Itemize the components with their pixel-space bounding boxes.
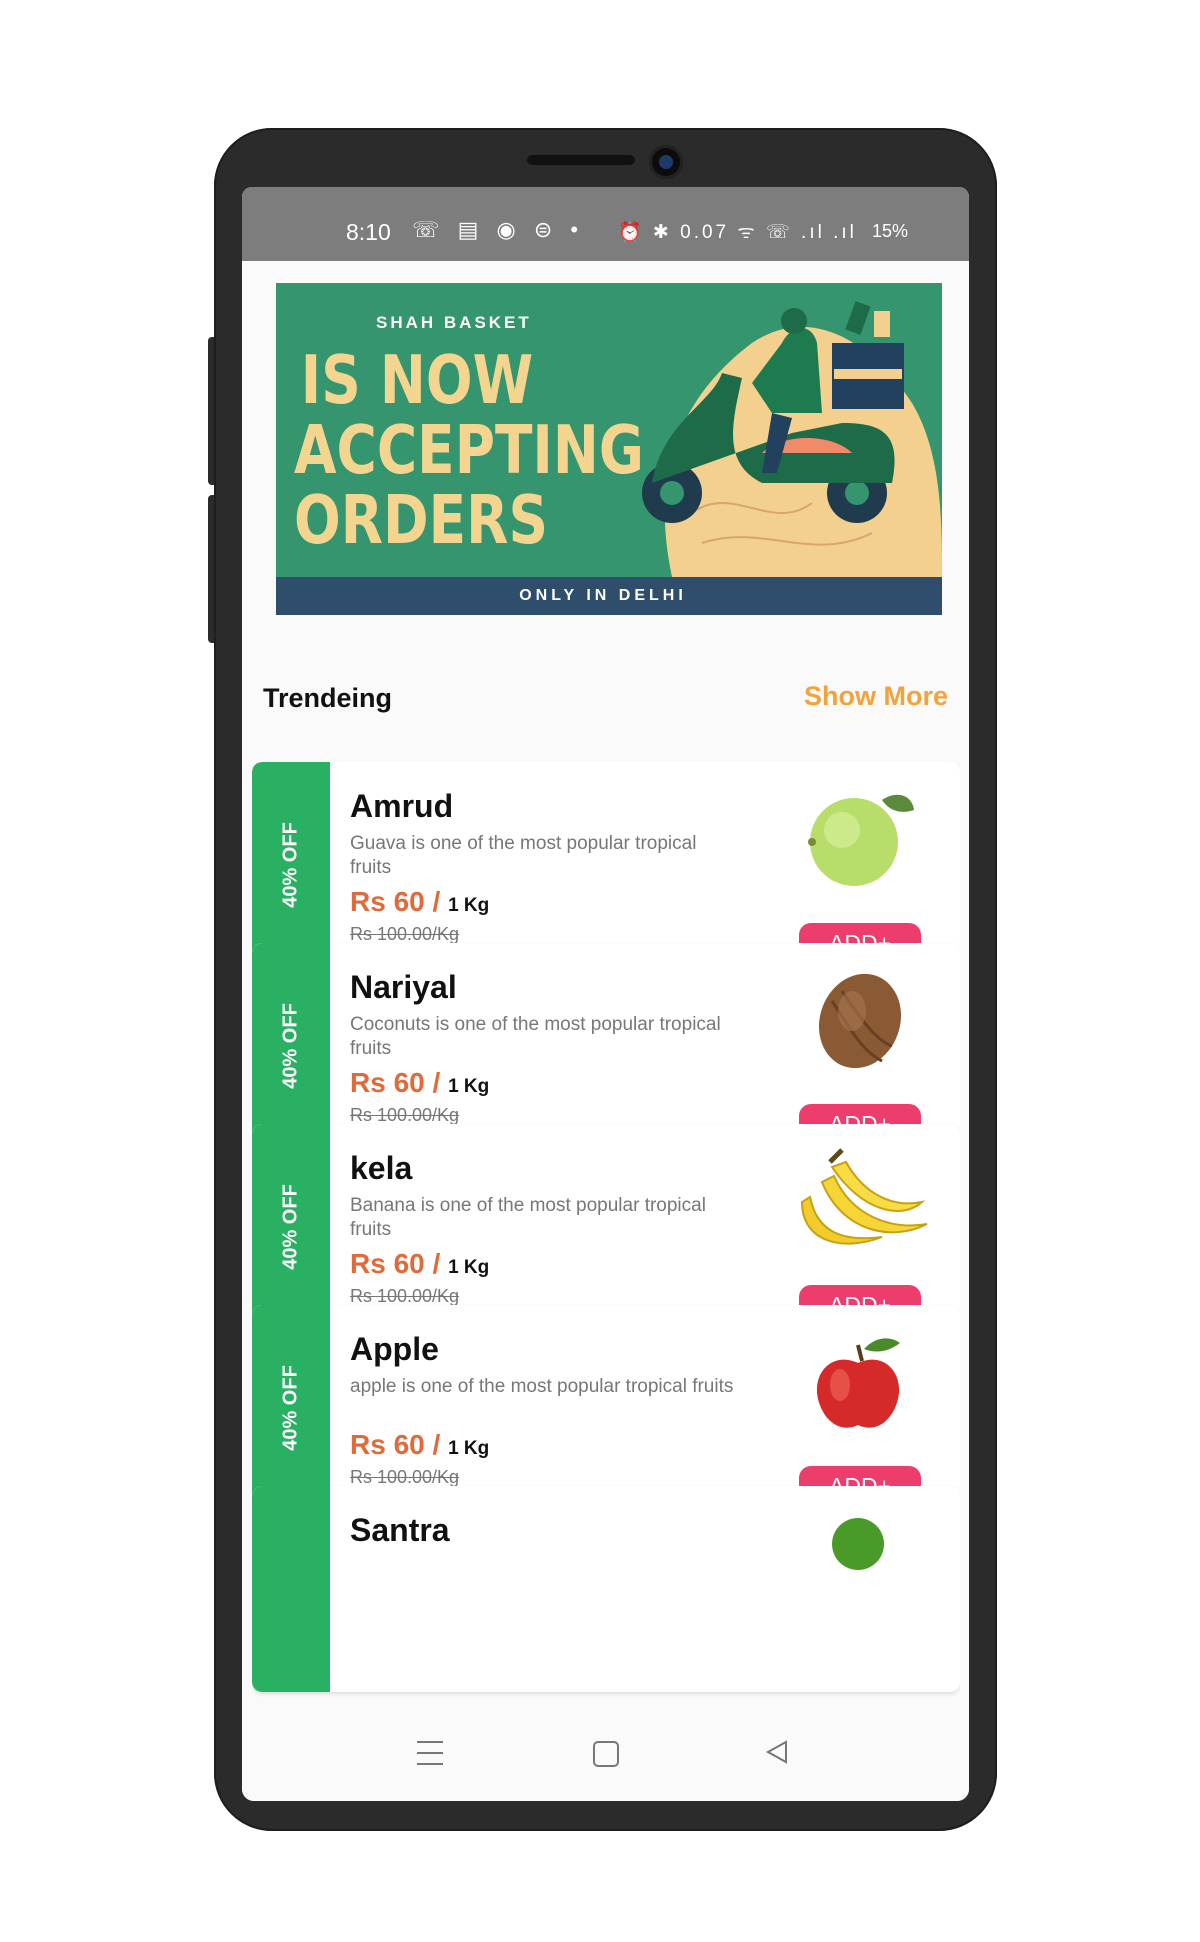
banana-image (800, 1148, 928, 1245)
earpiece-speaker (527, 155, 635, 165)
product-card[interactable]: Santra (252, 1486, 960, 1692)
show-more-link[interactable]: Show More (804, 681, 948, 712)
app-screen: 8:10 ☏ ▤ ◉ ⊜ • ⏰ ✱ 0.07 ᯤ ☏ .ıl .ıl 15% … (242, 187, 969, 1801)
product-name: Santra (350, 1512, 450, 1548)
guava-image (808, 794, 914, 886)
product-original-price: Rs 100.00/Kg (350, 1286, 460, 1306)
product-name: Amrud (350, 788, 454, 824)
product-unit: 1 Kg (448, 1438, 490, 1459)
product-price: Rs 60 / 1 Kg (350, 886, 490, 917)
back-icon[interactable] (764, 1739, 790, 1765)
product-unit: 1 Kg (448, 895, 490, 916)
front-camera (649, 145, 683, 179)
product-price: Rs 60 / 1 Kg (350, 1429, 490, 1460)
product-card[interactable]: 40% OFF Amrud Guava is one of the most p… (252, 762, 960, 968)
product-name: Nariyal (350, 969, 457, 1005)
section-title: Trendeing (263, 683, 393, 713)
discount-badge: 40% OFF (252, 943, 330, 1149)
product-list[interactable]: 40% OFF Amrud Guava is one of the most p… (252, 762, 960, 1712)
system-icons: ⏰ ✱ 0.07 ᯤ ☏ .ıl .ıl (618, 222, 857, 243)
recent-apps-icon[interactable] (417, 1741, 443, 1774)
navigation-bar (242, 1713, 969, 1801)
product-description: Coconuts is one of the most popular trop… (350, 1014, 721, 1059)
discount-badge: 40% OFF (252, 762, 330, 968)
banner-footer: ONLY IN DELHI (276, 577, 942, 615)
discount-badge (252, 1486, 330, 1692)
product-description: Banana is one of the most popular tropic… (350, 1195, 706, 1240)
home-icon[interactable] (593, 1741, 619, 1767)
product-original-price: Rs 100.00/Kg (350, 1467, 460, 1487)
product-name: Apple (350, 1331, 439, 1367)
banner-brand: SHAH BASKET (376, 313, 532, 332)
product-description: Guava is one of the most popular tropica… (350, 833, 697, 878)
status-bar: 8:10 ☏ ▤ ◉ ⊜ • ⏰ ✱ 0.07 ᯤ ☏ .ıl .ıl 15% (242, 187, 969, 261)
product-card[interactable]: 40% OFF kela Banana is one of the most p… (252, 1124, 960, 1330)
product-price: Rs 60 / 1 Kg (350, 1248, 490, 1279)
product-original-price: Rs 100.00/Kg (350, 1105, 460, 1125)
product-unit: 1 Kg (448, 1076, 490, 1097)
status-time: 8:10 (346, 219, 391, 245)
promo-banner[interactable]: SHAH BASKET IS NOW ACCEPTING ORDERS ONLY… (276, 283, 942, 615)
delivery-scooter-illustration (642, 301, 942, 577)
banner-headline: IS NOW ACCEPTING ORDERS (294, 341, 644, 559)
apple-image (816, 1338, 900, 1428)
battery-level: 15% (872, 221, 909, 241)
product-unit: 1 Kg (448, 1257, 490, 1278)
notification-icons: ☏ ▤ ◉ ⊜ • (412, 217, 585, 242)
product-original-price: Rs 100.00/Kg (350, 924, 460, 944)
product-description: apple is one of the most popular tropica… (350, 1376, 734, 1397)
discount-badge: 40% OFF (252, 1305, 330, 1511)
orange-image (832, 1518, 884, 1570)
discount-badge: 40% OFF (252, 1124, 330, 1330)
product-card[interactable]: 40% OFF Apple apple is one of the most p… (252, 1305, 960, 1511)
product-card[interactable]: 40% OFF Nariyal Coconuts is one of the m… (252, 943, 960, 1149)
coconut-image (818, 973, 902, 1069)
product-price: Rs 60 / 1 Kg (350, 1067, 490, 1098)
product-name: kela (350, 1150, 413, 1186)
